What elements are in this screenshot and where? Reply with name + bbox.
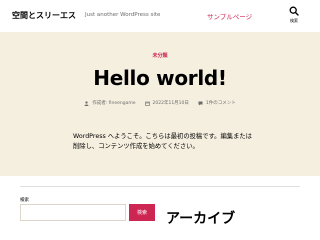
nav-link-sample-page[interactable]: サンプルページ	[207, 11, 252, 21]
archive-heading: アーカイブ	[166, 211, 236, 227]
comment-icon	[198, 101, 203, 106]
user-icon	[84, 100, 89, 106]
post-meta: 作成者: fineengame 2022年11月10日 1件のコメント	[0, 100, 320, 106]
post-content: WordPress へようこそ。こちらは最初の投稿です。編集または削除し、コンテ…	[0, 128, 320, 178]
post-author-text: 作成者: fineengame	[92, 101, 136, 106]
search-icon	[289, 6, 299, 16]
search-widget-label: 検索	[20, 198, 29, 203]
search-submit-button[interactable]: 検索	[129, 204, 155, 221]
widget-area: 検索 検索 アーカイブ	[0, 176, 320, 240]
post-title[interactable]: Hello world!	[0, 66, 320, 90]
post-excerpt: WordPress へようこそ。こちらは最初の投稿です。編集または削除し、コンテ…	[73, 133, 252, 150]
post-comments-text: 1件のコメント	[205, 101, 236, 106]
post-category-link[interactable]: 未分類	[0, 52, 320, 59]
search-toggle-button[interactable]: 検索	[286, 6, 302, 28]
post-date[interactable]: 2022年11月10日	[144, 100, 189, 106]
post-author[interactable]: 作成者: fineengame	[84, 100, 136, 106]
search-input[interactable]	[20, 204, 126, 221]
site-description: Just another WordPress site	[85, 12, 161, 18]
post-comments[interactable]: 1件のコメント	[198, 100, 236, 106]
section-divider	[20, 186, 300, 187]
search-toggle-label: 検索	[290, 18, 298, 23]
post-date-text: 2022年11月10日	[152, 101, 189, 106]
site-header: 空間とスリーエス Just another WordPress site サンプ…	[0, 0, 320, 32]
site-title[interactable]: 空間とスリーエス	[12, 10, 76, 21]
calendar-icon	[144, 101, 150, 106]
